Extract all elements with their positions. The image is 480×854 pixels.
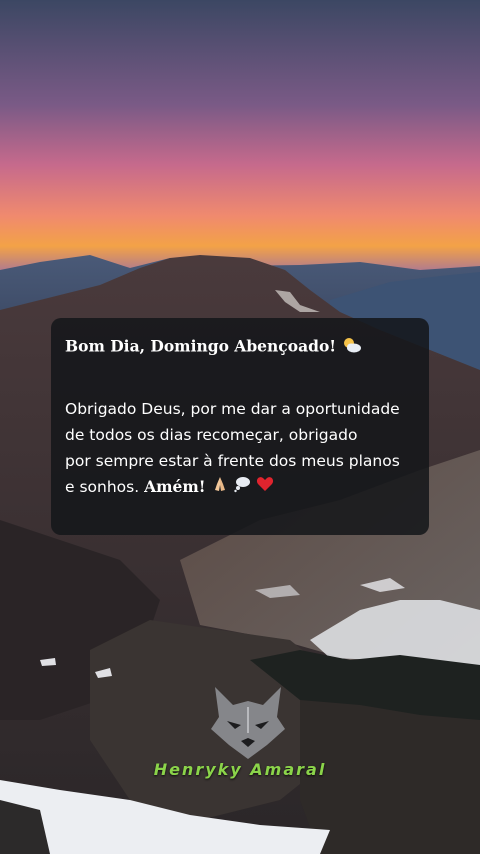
sun-behind-cloud-icon	[342, 336, 362, 359]
body-line-4: e sonhos. Amém!	[65, 474, 415, 501]
body-line-4-text: e sonhos.	[65, 478, 140, 496]
amen-text: Amém!	[144, 477, 206, 496]
body-line-3: por sempre estar à frente dos meus plano…	[65, 452, 400, 470]
watermark-name: Henryky Amaral	[153, 760, 327, 779]
body-line-1: Obrigado Deus, por me dar a oportunidade	[65, 400, 400, 418]
praying-hands-icon	[211, 475, 229, 501]
card-title-text: Bom Dia, Domingo Abençoado!	[65, 336, 337, 356]
card-title: Bom Dia, Domingo Abençoado!	[65, 336, 415, 359]
wolf-head-icon	[211, 687, 285, 759]
card-body: Obrigado Deus, por me dar a oportunidade…	[65, 396, 415, 501]
message-card: Bom Dia, Domingo Abençoado! Obrigado Deu…	[51, 318, 429, 535]
body-line-2: de todos os dias recomeçar, obrigado	[65, 426, 358, 444]
thought-balloon-icon	[233, 475, 251, 501]
red-heart-icon	[256, 475, 274, 501]
